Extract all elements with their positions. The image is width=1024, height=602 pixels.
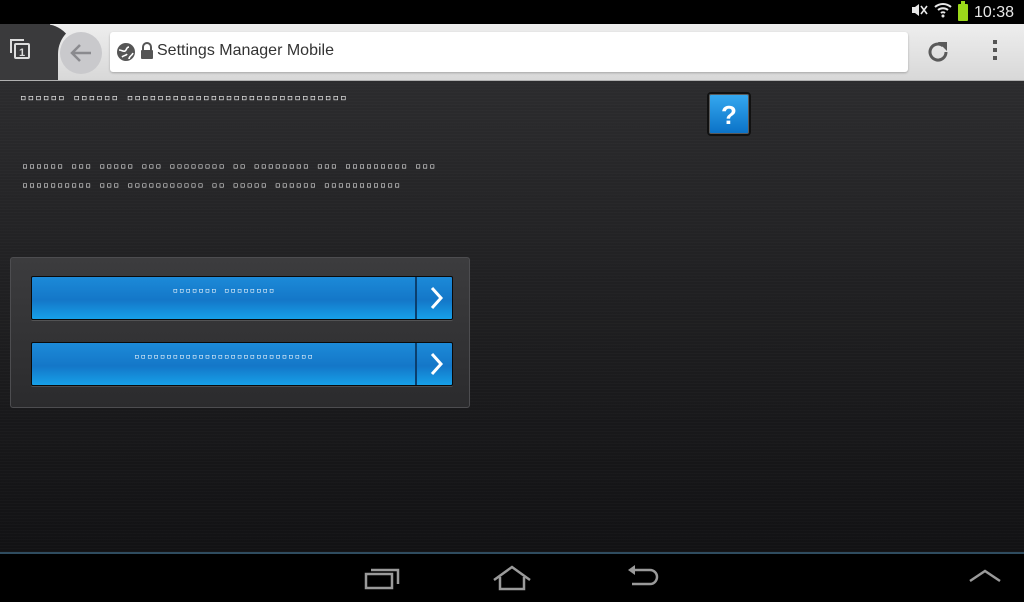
wifi-icon: [934, 2, 952, 23]
status-bar: 10:38: [0, 0, 1024, 24]
battery-icon: [957, 1, 968, 21]
reload-button[interactable]: [924, 38, 952, 71]
collapse-icon: [969, 569, 1001, 583]
home-button[interactable]: [492, 564, 532, 597]
system-nav-bar: [0, 552, 1024, 602]
reload-icon: [928, 42, 948, 62]
status-icons: 10:38: [910, 1, 1014, 23]
tab-switcher-button[interactable]: 1: [0, 24, 50, 80]
address-bar[interactable]: Settings Manager Mobile: [110, 32, 908, 72]
url-text: Settings Manager Mobile: [157, 42, 334, 59]
recent-apps-icon: [364, 568, 400, 590]
page-title: ▫▫▫▫▫▫ ▫▫▫▫▫▫ ▫▫▫▫▫▫▫▫▫▫▫▫▫▫▫▫▫▫▫▫▫▫▫▫▫▫…: [20, 91, 348, 104]
home-icon: [493, 565, 531, 591]
menu-dot: [993, 48, 997, 52]
back-arrow-icon: [70, 44, 91, 62]
tab-switcher-icon: 1: [10, 39, 30, 59]
clock: 10:38: [973, 3, 1014, 21]
overflow-menu-button[interactable]: [988, 38, 1002, 64]
back-icon: [628, 565, 659, 586]
mute-icon: [910, 2, 928, 23]
back-nav-button[interactable]: [624, 564, 660, 597]
recent-apps-button[interactable]: [364, 564, 402, 597]
browser-toolbar: 1 Settings Manager Mobile: [0, 24, 1024, 81]
collapse-button[interactable]: [968, 568, 1002, 589]
button-divider: [415, 343, 417, 385]
lock-icon: [141, 42, 153, 59]
chevron-right-icon: [430, 352, 444, 376]
menu-dot: [993, 56, 997, 60]
back-button[interactable]: [60, 32, 102, 74]
menu-button-2[interactable]: ▫▫▫▫▫▫▫▫▫▫▫▫▫▫▫▫▫▫▫▫▫▫▫▫▫▫▫▫: [31, 342, 453, 386]
chevron-right-icon: [430, 286, 444, 310]
page-content: ▫▫▫▫▫▫ ▫▫▫▫▫▫ ▫▫▫▫▫▫▫▫▫▫▫▫▫▫▫▫▫▫▫▫▫▫▫▫▫▫…: [0, 81, 1024, 552]
overflow-menu-icon: [993, 40, 997, 44]
menu-button-1-label: ▫▫▫▫▫▫▫ ▫▫▫▫▫▫▫▫: [172, 286, 276, 296]
menu-button-2-label: ▫▫▫▫▫▫▫▫▫▫▫▫▫▫▫▫▫▫▫▫▫▫▫▫▫▫▫▫: [134, 352, 314, 362]
menu-button-1[interactable]: ▫▫▫▫▫▫▫ ▫▫▫▫▫▫▫▫: [31, 276, 453, 320]
globe-icon: [117, 43, 135, 61]
button-panel: ▫▫▫▫▫▫▫ ▫▫▫▫▫▫▫▫ ▫▫▫▫▫▫▫▫▫▫▫▫▫▫▫▫▫▫▫▫▫▫▫…: [10, 257, 470, 408]
help-button[interactable]: ?: [707, 92, 751, 136]
button-divider: [415, 277, 417, 319]
page-description: ▫▫▫▫▫▫ ▫▫▫ ▫▫▫▫▫ ▫▫▫ ▫▫▫▫▫▫▫▫ ▫▫ ▫▫▫▫▫▫▫…: [22, 161, 437, 191]
